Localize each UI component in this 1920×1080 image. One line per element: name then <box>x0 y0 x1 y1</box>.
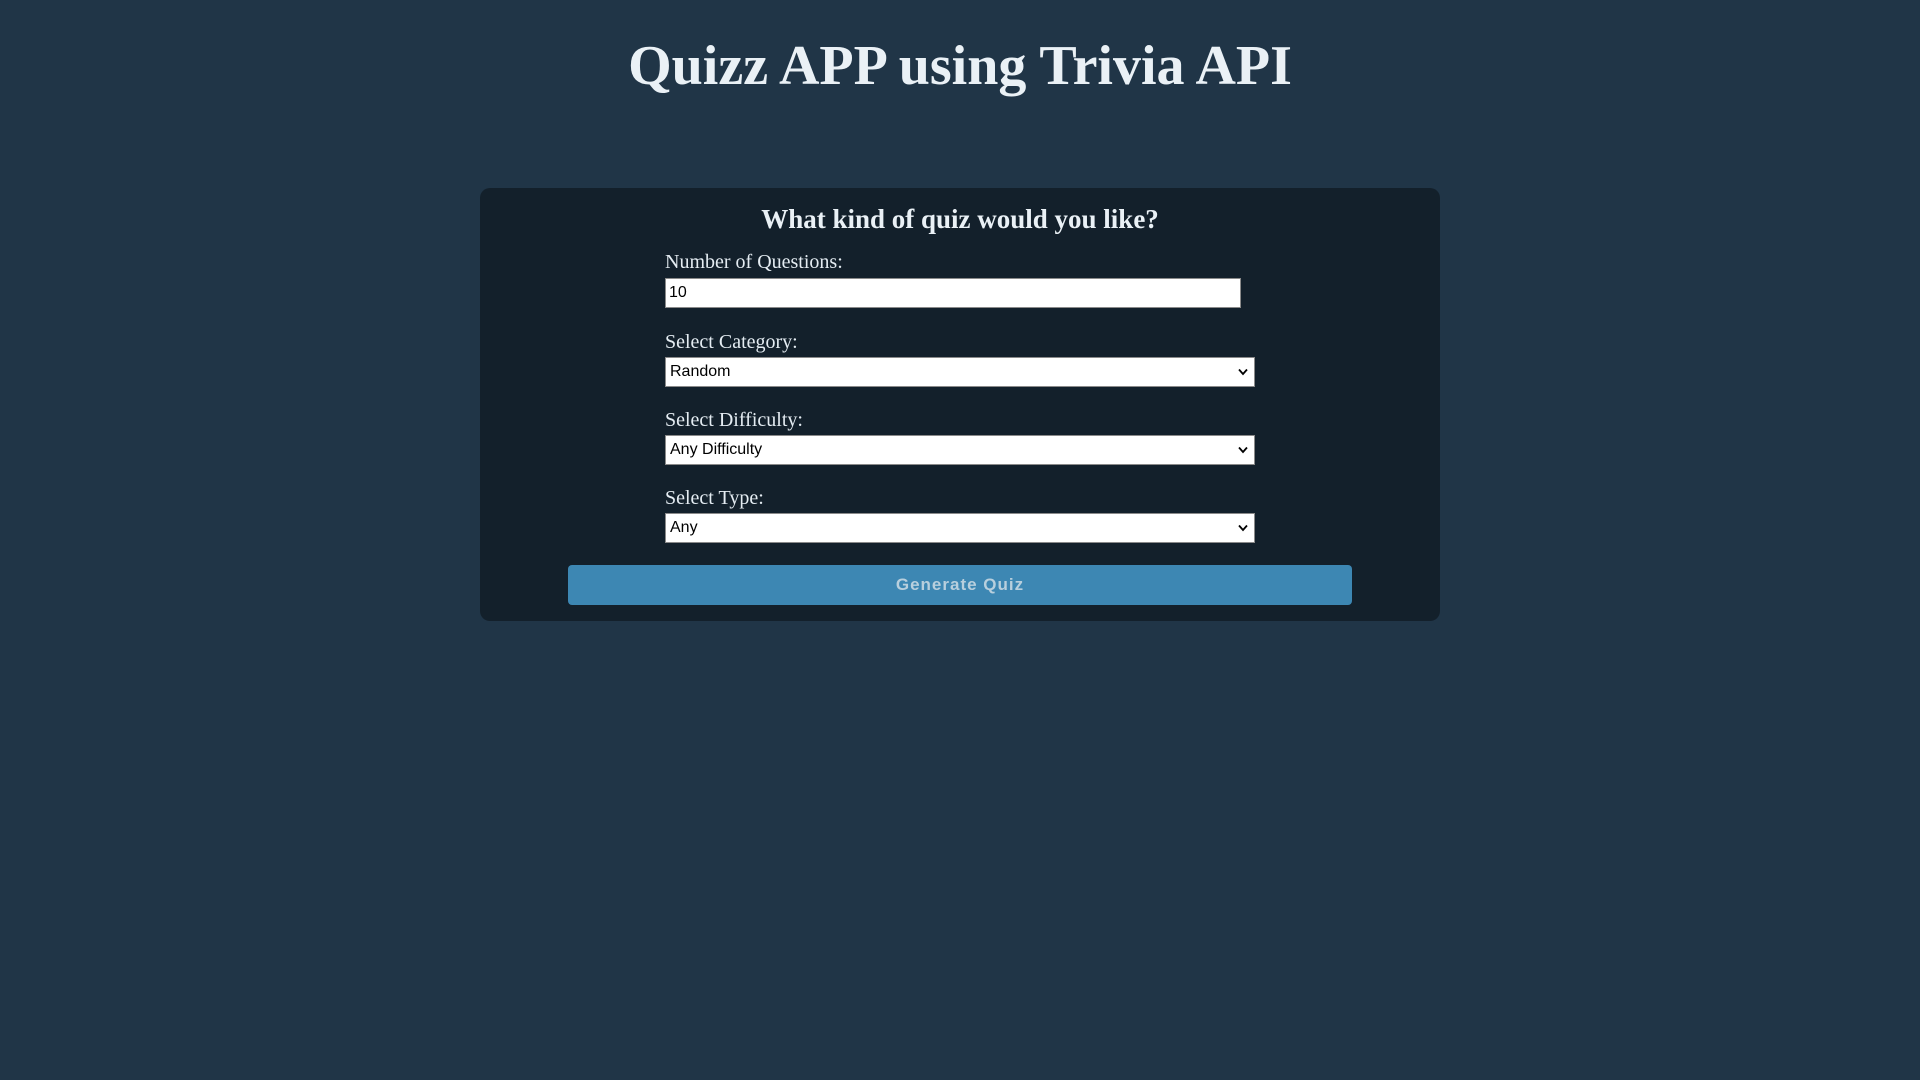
type-label: Select Type: <box>665 487 764 509</box>
difficulty-label: Select Difficulty: <box>665 409 803 431</box>
difficulty-selected-value: Any Difficulty <box>670 441 763 458</box>
difficulty-select[interactable]: Any Difficulty <box>665 435 1255 465</box>
category-label: Select Category: <box>665 331 798 353</box>
number-of-questions-input[interactable]: 10 <box>665 278 1241 308</box>
type-select[interactable]: Any <box>665 513 1255 543</box>
chevron-down-icon <box>1238 368 1248 376</box>
page-title: Quizz APP using Trivia API <box>628 35 1292 97</box>
chevron-down-icon <box>1238 446 1248 454</box>
number-of-questions-label: Number of Questions: <box>665 251 843 273</box>
chevron-down-icon <box>1238 524 1248 532</box>
quiz-settings-panel: What kind of quiz would you like? Number… <box>480 188 1440 621</box>
generate-quiz-button[interactable]: Generate Quiz <box>568 565 1352 605</box>
form-heading: What kind of quiz would you like? <box>761 204 1159 234</box>
category-select[interactable]: Random <box>665 357 1255 387</box>
type-selected-value: Any <box>670 519 698 536</box>
category-selected-value: Random <box>670 363 731 380</box>
